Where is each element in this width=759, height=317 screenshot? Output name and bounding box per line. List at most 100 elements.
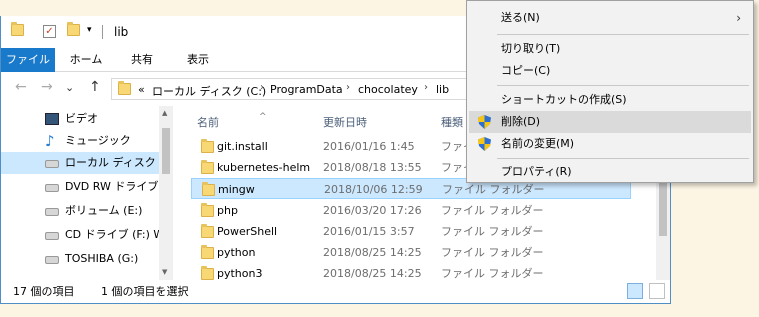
film-icon [45, 113, 59, 125]
file-type: ファイル フォルダー [441, 267, 544, 280]
nav-item-dvd-drive[interactable]: DVD RW ドライブ (D [1, 176, 159, 198]
item-count: 17 個の項目 [13, 285, 75, 298]
file-row[interactable]: PowerShell 2016/01/15 3:57 ファイル フォルダー [191, 221, 631, 242]
breadcrumb-lib[interactable]: lib [436, 83, 449, 96]
folder-icon [201, 224, 214, 238]
properties-check-icon[interactable]: ✓ [43, 24, 56, 38]
chevron-right-icon[interactable]: › [346, 82, 350, 93]
menu-item-label: コピー(C) [501, 64, 551, 77]
menu-item-label: プロパティ(R) [501, 165, 572, 178]
recent-locations-button[interactable]: ⌄ [65, 81, 74, 94]
new-folder-icon[interactable] [67, 22, 80, 39]
navigation-pane: ビデオ ♪ ミュージック ローカル ディスク (C:) DVD RW ドライブ … [1, 106, 173, 280]
nav-item-volume-e[interactable]: ボリューム (E:) [1, 200, 159, 222]
column-header-name[interactable]: 名前 ^ [197, 112, 267, 130]
title-separator [102, 25, 103, 39]
scroll-thumb[interactable] [162, 128, 170, 174]
menu-item-label: 送る(N) [501, 11, 540, 24]
nav-item-videos[interactable]: ビデオ [1, 108, 159, 130]
menu-item-label: ショートカットの作成(S) [501, 93, 627, 106]
file-type: ファイル フォルダー [441, 225, 544, 238]
menu-separator [497, 85, 749, 86]
column-header-type[interactable]: 種類 [441, 114, 463, 130]
nav-item-label: ビデオ [65, 112, 98, 125]
folder-icon [201, 245, 214, 259]
nav-item-music[interactable]: ♪ ミュージック [1, 130, 159, 152]
menu-item-label: 名前の変更(M) [501, 137, 575, 150]
nav-item-cd-drive[interactable]: CD ドライブ (F:) WR [1, 224, 159, 246]
breadcrumb-chocolatey[interactable]: chocolatey [358, 83, 418, 96]
file-date: 2018/08/25 14:25 [323, 246, 422, 259]
context-menu: 送る(N) › 切り取り(T) コピー(C) ショートカットの作成(S) 削除(… [466, 0, 754, 183]
uac-shield-icon [478, 137, 491, 151]
menu-item-copy[interactable]: コピー(C) [469, 60, 751, 82]
file-date: 2016/01/15 3:57 [323, 225, 415, 238]
menu-item-label: 切り取り(T) [501, 42, 561, 55]
menu-item-send-to[interactable]: 送る(N) › [469, 7, 751, 29]
drive-icon [45, 256, 59, 264]
scroll-up-icon[interactable]: ▲ [162, 109, 167, 117]
nav-item-toshiba[interactable]: TOSHIBA (G:) [1, 248, 159, 270]
menu-item-properties[interactable]: プロパティ(R) [469, 161, 751, 183]
column-header-date[interactable]: 更新日時 [323, 114, 367, 130]
file-name: python [217, 246, 256, 259]
chevron-right-icon[interactable]: › [424, 82, 428, 93]
drive-icon [45, 208, 59, 216]
drive-icon [45, 160, 59, 168]
file-date: 2018/08/18 13:55 [323, 161, 422, 174]
folder-icon [202, 182, 215, 196]
tab-file[interactable]: ファイル [1, 48, 55, 72]
menu-item-delete[interactable]: 削除(D) [469, 111, 751, 133]
file-name: git.install [217, 140, 268, 153]
window-title: lib [114, 25, 129, 39]
quick-access-dropdown[interactable]: ▾ [87, 25, 92, 35]
sort-ascending-icon: ^ [259, 112, 267, 122]
nav-item-label: ミュージック [65, 134, 131, 147]
file-date: 2018/08/25 14:25 [323, 267, 422, 280]
details-view-icon[interactable] [627, 283, 643, 299]
up-button[interactable]: ↑ [89, 79, 101, 95]
folder-icon [201, 160, 214, 174]
large-icons-view-icon[interactable] [649, 283, 665, 299]
folder-icon [11, 22, 24, 39]
nav-item-label: DVD RW ドライブ (D [65, 180, 159, 193]
music-note-icon: ♪ [45, 132, 55, 150]
menu-separator [497, 34, 749, 35]
breadcrumb-programdata[interactable]: ProgramData [270, 83, 343, 96]
file-type: ファイル フォルダー [441, 204, 544, 217]
nav-item-label: TOSHIBA (G:) [65, 252, 139, 265]
nav-scrollbar[interactable]: ▲ ▼ [159, 106, 173, 280]
menu-item-create-shortcut[interactable]: ショートカットの作成(S) [469, 89, 751, 111]
chevron-right-icon: › [736, 11, 741, 25]
tab-share[interactable]: 共有 [117, 48, 167, 72]
tab-view[interactable]: 表示 [173, 48, 223, 72]
file-date: 2016/03/20 17:26 [323, 204, 422, 217]
file-name: PowerShell [217, 225, 278, 238]
file-row[interactable]: php 2016/03/20 17:26 ファイル フォルダー [191, 200, 631, 221]
dvd-drive-icon [45, 184, 59, 192]
column-header-label: 名前 [197, 116, 219, 129]
selection-count: 1 個の項目を選択 [101, 285, 189, 298]
file-date: 2016/01/16 1:45 [323, 140, 415, 153]
nav-item-local-disk[interactable]: ローカル ディスク (C:) [1, 152, 159, 174]
menu-item-rename[interactable]: 名前の変更(M) [469, 133, 751, 155]
folder-icon [201, 203, 214, 217]
menu-item-cut[interactable]: 切り取り(T) [469, 38, 751, 60]
status-bar: 17 個の項目 1 個の項目を選択 [1, 280, 670, 303]
menu-item-label: 削除(D) [501, 115, 541, 128]
breadcrumb-overflow[interactable]: « [138, 83, 145, 96]
address-bar[interactable]: « ローカル ディスク (C:) › ProgramData › chocola… [111, 78, 471, 100]
file-date: 2018/10/06 12:59 [324, 183, 423, 196]
forward-button[interactable]: → [41, 79, 53, 95]
uac-shield-icon [478, 115, 491, 129]
file-row[interactable]: python 2018/08/25 14:25 ファイル フォルダー [191, 242, 631, 263]
back-button[interactable]: ← [15, 79, 27, 95]
file-name: php [217, 204, 238, 217]
scroll-down-icon[interactable]: ▼ [162, 268, 167, 276]
file-row[interactable]: python3 2018/08/25 14:25 ファイル フォルダー [191, 263, 631, 280]
chevron-right-icon[interactable]: › [260, 82, 264, 93]
tab-home[interactable]: ホーム [61, 48, 111, 72]
folder-icon [201, 266, 214, 280]
file-name: kubernetes-helm [217, 161, 311, 174]
breadcrumb-local-disk[interactable]: ローカル ディスク (C:) [152, 83, 266, 99]
